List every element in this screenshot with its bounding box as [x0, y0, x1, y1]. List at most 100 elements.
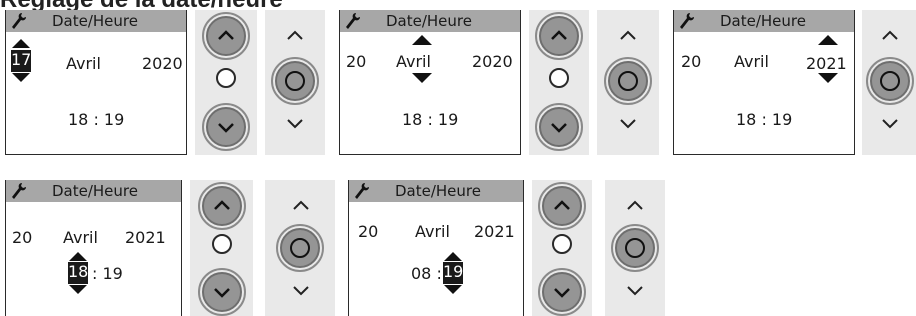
- chevron-up-icon[interactable]: [285, 28, 305, 42]
- selected-year: 2021: [806, 54, 847, 73]
- button-panel: [605, 180, 665, 316]
- arrow-up-icon: [412, 35, 432, 45]
- down-button[interactable]: [198, 268, 246, 316]
- chevron-up-icon[interactable]: [625, 198, 645, 212]
- chevron-down-icon: [218, 123, 234, 133]
- wrench-icon: [12, 183, 26, 199]
- chevron-down-icon: [551, 123, 567, 133]
- screen-title: Date/Heure: [386, 12, 472, 30]
- display-screen-day: Date/Heure 17 Avril 2020 18 : 19: [5, 10, 187, 155]
- circle-ok-icon: [285, 71, 305, 91]
- arrow-up-icon: [69, 252, 87, 261]
- chevron-down-icon[interactable]: [291, 284, 311, 298]
- chevron-down-icon[interactable]: [880, 117, 900, 131]
- ok-button[interactable]: [216, 68, 236, 88]
- screen-title: Date/Heure: [52, 182, 138, 200]
- ok-button[interactable]: [271, 57, 319, 105]
- ok-button[interactable]: [604, 57, 652, 105]
- circle-ok-icon: [618, 71, 638, 91]
- button-panel: [195, 10, 257, 155]
- arrow-up-icon: [12, 39, 30, 48]
- ok-button[interactable]: [549, 68, 569, 88]
- button-panel: [529, 10, 589, 155]
- arrow-up-icon: [444, 252, 462, 261]
- time-value: 18 : 19: [402, 110, 459, 129]
- chevron-down-icon: [214, 288, 230, 298]
- chevron-up-icon[interactable]: [291, 198, 311, 212]
- chevron-up-icon[interactable]: [618, 28, 638, 42]
- arrow-down-icon: [818, 73, 838, 83]
- ok-button[interactable]: [866, 57, 914, 105]
- month-value: Avril: [734, 52, 769, 71]
- button-panel: [265, 10, 325, 155]
- day-value: 20: [346, 52, 367, 71]
- wrench-icon: [355, 183, 369, 199]
- screen-title: Date/Heure: [395, 182, 481, 200]
- up-button[interactable]: [535, 12, 583, 60]
- screen-title: Date/Heure: [52, 12, 138, 30]
- screen-titlebar: Date/Heure: [340, 10, 520, 32]
- wrench-icon: [346, 13, 360, 29]
- chevron-up-icon: [551, 30, 567, 40]
- chevron-up-icon: [218, 30, 234, 40]
- ok-button[interactable]: [552, 234, 572, 254]
- screen-titlebar: Date/Heure: [6, 10, 186, 32]
- chevron-up-icon: [554, 200, 570, 210]
- chevron-down-icon[interactable]: [625, 284, 645, 298]
- arrow-down-icon: [412, 73, 432, 83]
- button-panel: [265, 180, 335, 316]
- up-button[interactable]: [202, 12, 250, 60]
- selected-day: 17: [11, 50, 31, 72]
- arrow-down-icon: [12, 73, 30, 82]
- year-value: 2021: [125, 228, 166, 247]
- day-value: 20: [681, 52, 702, 71]
- button-panel: [597, 10, 659, 155]
- ok-button[interactable]: [276, 224, 324, 272]
- year-value: 2020: [142, 54, 183, 73]
- selected-month: Avril: [396, 52, 431, 71]
- chevron-down-icon[interactable]: [618, 117, 638, 131]
- chevron-down-icon: [554, 288, 570, 298]
- month-value: Avril: [63, 228, 98, 247]
- circle-ok-icon: [290, 238, 310, 258]
- year-value: 2020: [472, 52, 513, 71]
- down-button[interactable]: [535, 103, 583, 151]
- month-value: Avril: [415, 222, 450, 241]
- day-value: 20: [358, 222, 379, 241]
- time-rest: : 19: [92, 264, 123, 283]
- day-value: 20: [12, 228, 33, 247]
- time-prefix: 08 :: [411, 264, 442, 283]
- display-screen-hour: Date/Heure 20 Avril 2021 18 : 19: [5, 180, 182, 316]
- display-screen-year: Date/Heure 20 Avril 2021 18 : 19: [673, 10, 855, 155]
- arrow-up-icon: [818, 35, 838, 45]
- display-screen-month: Date/Heure 20 Avril 2020 18 : 19: [339, 10, 521, 155]
- screen-titlebar: Date/Heure: [6, 180, 181, 202]
- button-panel: [862, 10, 916, 155]
- screen-titlebar: Date/Heure: [674, 10, 854, 32]
- chevron-up-icon[interactable]: [880, 28, 900, 42]
- ok-button[interactable]: [212, 234, 232, 254]
- down-button[interactable]: [538, 268, 586, 316]
- circle-ok-icon: [880, 71, 900, 91]
- down-button[interactable]: [202, 103, 250, 151]
- chevron-up-icon: [214, 200, 230, 210]
- wrench-icon: [680, 13, 694, 29]
- time-value: 18 : 19: [736, 110, 793, 129]
- screen-titlebar: Date/Heure: [349, 180, 523, 202]
- selected-hour: 18: [68, 262, 88, 284]
- time-value: 18 : 19: [68, 110, 125, 129]
- selected-minute: 19: [443, 262, 463, 284]
- year-value: 2021: [474, 222, 515, 241]
- up-button[interactable]: [198, 182, 246, 230]
- display-screen-minute: Date/Heure 20 Avril 2021 08 : 19: [348, 180, 524, 316]
- up-button[interactable]: [538, 182, 586, 230]
- screen-title: Date/Heure: [720, 12, 806, 30]
- ok-button[interactable]: [611, 224, 659, 272]
- button-panel: [190, 180, 253, 316]
- month-value: Avril: [66, 54, 101, 73]
- arrow-down-icon: [444, 285, 462, 294]
- button-panel: [532, 180, 592, 316]
- chevron-down-icon[interactable]: [285, 117, 305, 131]
- arrow-down-icon: [69, 285, 87, 294]
- wrench-icon: [12, 13, 26, 29]
